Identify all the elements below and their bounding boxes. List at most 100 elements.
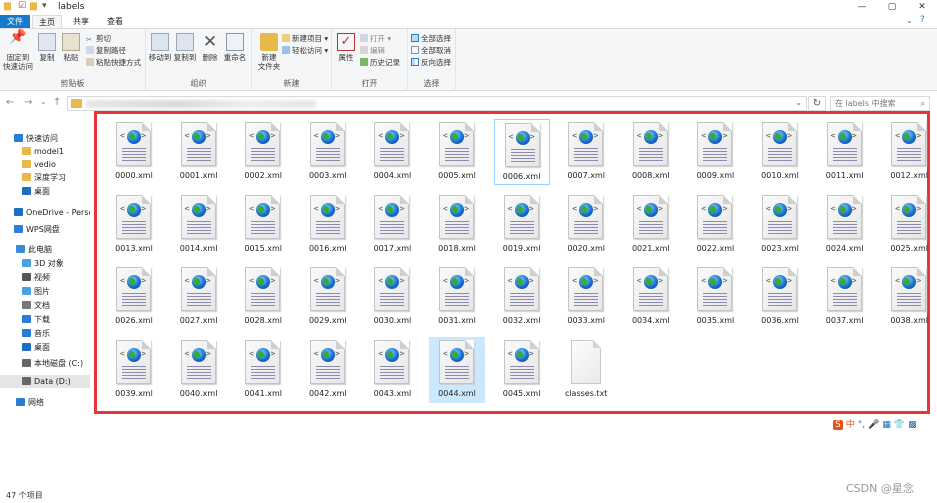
sidebar-item[interactable]: 音乐: [0, 327, 90, 340]
file-item[interactable]: < > 0042.xml: [300, 337, 356, 403]
file-item[interactable]: < > 0025.xml: [881, 192, 937, 258]
toolbox-icon[interactable]: ▩: [908, 420, 917, 430]
customize-quick-access-icon[interactable]: ▾: [42, 1, 47, 11]
file-item[interactable]: < > 0005.xml: [429, 119, 485, 185]
sidebar-item[interactable]: 视频: [0, 271, 90, 284]
edit-button[interactable]: 编辑: [360, 46, 385, 56]
paste-shortcut-button[interactable]: 粘贴快捷方式: [86, 58, 141, 68]
file-item[interactable]: < > 0009.xml: [687, 119, 743, 185]
select-none-button[interactable]: 全部取消: [411, 46, 451, 56]
file-item[interactable]: < > 0003.xml: [300, 119, 356, 185]
address-dropdown-icon[interactable]: ⌄: [795, 98, 802, 107]
history-button[interactable]: 历史记录: [360, 58, 400, 68]
new-item-button[interactable]: 新建项目 ▾: [282, 34, 328, 44]
cut-button[interactable]: ✂ 剪切: [86, 34, 111, 44]
properties-button[interactable]: ✓ 属性: [336, 33, 356, 62]
ime-language[interactable]: 中: [846, 417, 855, 430]
file-item[interactable]: < > 0007.xml: [558, 119, 614, 185]
sidebar-item[interactable]: 图片: [0, 285, 90, 298]
sidebar-item-c[interactable]: 本地磁盘 (C:): [0, 357, 90, 370]
up-icon[interactable]: ↑: [53, 97, 61, 108]
file-item[interactable]: < > 0023.xml: [752, 192, 808, 258]
file-item[interactable]: < > 0028.xml: [235, 264, 291, 330]
sidebar-item-onedrive-person[interactable]: OneDrive - Person: [0, 206, 90, 219]
file-item[interactable]: < > 0002.xml: [235, 119, 291, 185]
collapse-ribbon-icon[interactable]: ⌄: [906, 16, 913, 25]
new-folder-button[interactable]: 新建 文件夹: [255, 33, 283, 71]
tab-home[interactable]: 主页: [32, 15, 62, 28]
select-all-button[interactable]: 全部选择: [411, 34, 451, 44]
file-item[interactable]: < > 0037.xml: [817, 264, 873, 330]
copy-to-button[interactable]: 复制到: [172, 33, 198, 62]
file-item[interactable]: < > 0044.xml: [429, 336, 485, 403]
file-item[interactable]: < > 0000.xml: [106, 119, 162, 185]
copy-path-button[interactable]: 复制路径: [86, 46, 126, 56]
file-item[interactable]: < > 0039.xml: [106, 337, 162, 403]
sidebar-item[interactable]: 下载: [0, 313, 90, 326]
file-item[interactable]: < > 0021.xml: [623, 192, 679, 258]
tab-view[interactable]: 查看: [100, 15, 130, 28]
file-item[interactable]: < > 0001.xml: [171, 119, 227, 185]
properties-icon[interactable]: ☑: [18, 1, 26, 11]
file-item[interactable]: < > 0010.xml: [752, 119, 808, 185]
sidebar-item[interactable]: 文档: [0, 299, 90, 312]
sidebar-item[interactable]: 桌面: [0, 341, 90, 354]
file-item[interactable]: < > 0027.xml: [171, 264, 227, 330]
file-item[interactable]: < > 0020.xml: [558, 192, 614, 258]
maximize-button[interactable]: ▢: [877, 0, 907, 14]
file-item[interactable]: < > 0038.xml: [881, 264, 937, 330]
sidebar-item-vedio[interactable]: vedio: [0, 158, 90, 171]
file-item[interactable]: < > 0035.xml: [687, 264, 743, 330]
file-item[interactable]: < > 0022.xml: [687, 192, 743, 258]
back-icon[interactable]: ←: [6, 97, 14, 108]
move-to-button[interactable]: 移动到: [148, 33, 172, 62]
copy-button[interactable]: 复制: [36, 33, 58, 62]
file-item[interactable]: < > 0015.xml: [235, 192, 291, 258]
file-item[interactable]: < > 0029.xml: [300, 264, 356, 330]
file-item[interactable]: < > 0016.xml: [300, 192, 356, 258]
recent-locations-icon[interactable]: ⌄: [40, 97, 47, 106]
file-item[interactable]: classes.txt: [558, 337, 614, 403]
search-input[interactable]: 在 labels 中搜索 ⌕: [830, 96, 930, 111]
file-item[interactable]: < > 0024.xml: [817, 192, 873, 258]
help-icon[interactable]: ?: [920, 15, 925, 25]
sidebar-item[interactable]: 此电脑: [0, 243, 90, 256]
file-item[interactable]: < > 0034.xml: [623, 264, 679, 330]
skin-icon[interactable]: 👕: [894, 420, 905, 430]
file-item[interactable]: < > 0032.xml: [494, 264, 550, 330]
tab-file[interactable]: 文件: [0, 15, 30, 28]
minimize-button[interactable]: —: [847, 0, 877, 14]
file-item[interactable]: < > 0017.xml: [364, 192, 420, 258]
delete-button[interactable]: ✕ 删除: [200, 33, 220, 62]
file-item[interactable]: < > 0045.xml: [494, 337, 550, 403]
close-button[interactable]: ✕: [907, 0, 937, 14]
paste-button[interactable]: 粘贴: [60, 33, 82, 62]
easy-access-button[interactable]: 轻松访问 ▾: [282, 46, 328, 56]
sogou-icon[interactable]: S: [833, 420, 843, 430]
invert-selection-button[interactable]: 反向选择: [411, 58, 451, 68]
file-item[interactable]: < > 0026.xml: [106, 264, 162, 330]
tab-share[interactable]: 共享: [66, 15, 96, 28]
address-bar[interactable]: ⌄: [67, 96, 807, 111]
refresh-button[interactable]: ↻: [808, 96, 826, 111]
file-item[interactable]: < > 0031.xml: [429, 264, 485, 330]
file-item[interactable]: < > 0018.xml: [429, 192, 485, 258]
file-item[interactable]: < > 0033.xml: [558, 264, 614, 330]
file-item[interactable]: < > 0030.xml: [364, 264, 420, 330]
rename-button[interactable]: 重命名: [222, 33, 248, 62]
sidebar-item-wps[interactable]: WPS网盘: [0, 223, 90, 236]
file-item[interactable]: < > 0043.xml: [364, 337, 420, 403]
file-item[interactable]: < > 0036.xml: [752, 264, 808, 330]
file-item[interactable]: < > 0041.xml: [235, 337, 291, 403]
file-item[interactable]: < > 0008.xml: [623, 119, 679, 185]
file-item[interactable]: < > 0012.xml: [881, 119, 937, 185]
file-item[interactable]: < > 0011.xml: [817, 119, 873, 185]
sidebar-item[interactable]: 深度学习: [0, 171, 90, 184]
microphone-icon[interactable]: 🎤: [868, 420, 879, 430]
file-item[interactable]: < > 0006.xml: [493, 119, 550, 185]
new-folder-icon[interactable]: ▆: [30, 1, 37, 11]
sidebar-item-data-d[interactable]: Data (D:): [0, 375, 90, 388]
file-item[interactable]: < > 0014.xml: [171, 192, 227, 258]
open-button[interactable]: 打开 ▾: [360, 34, 391, 44]
file-item[interactable]: < > 0004.xml: [364, 119, 420, 185]
